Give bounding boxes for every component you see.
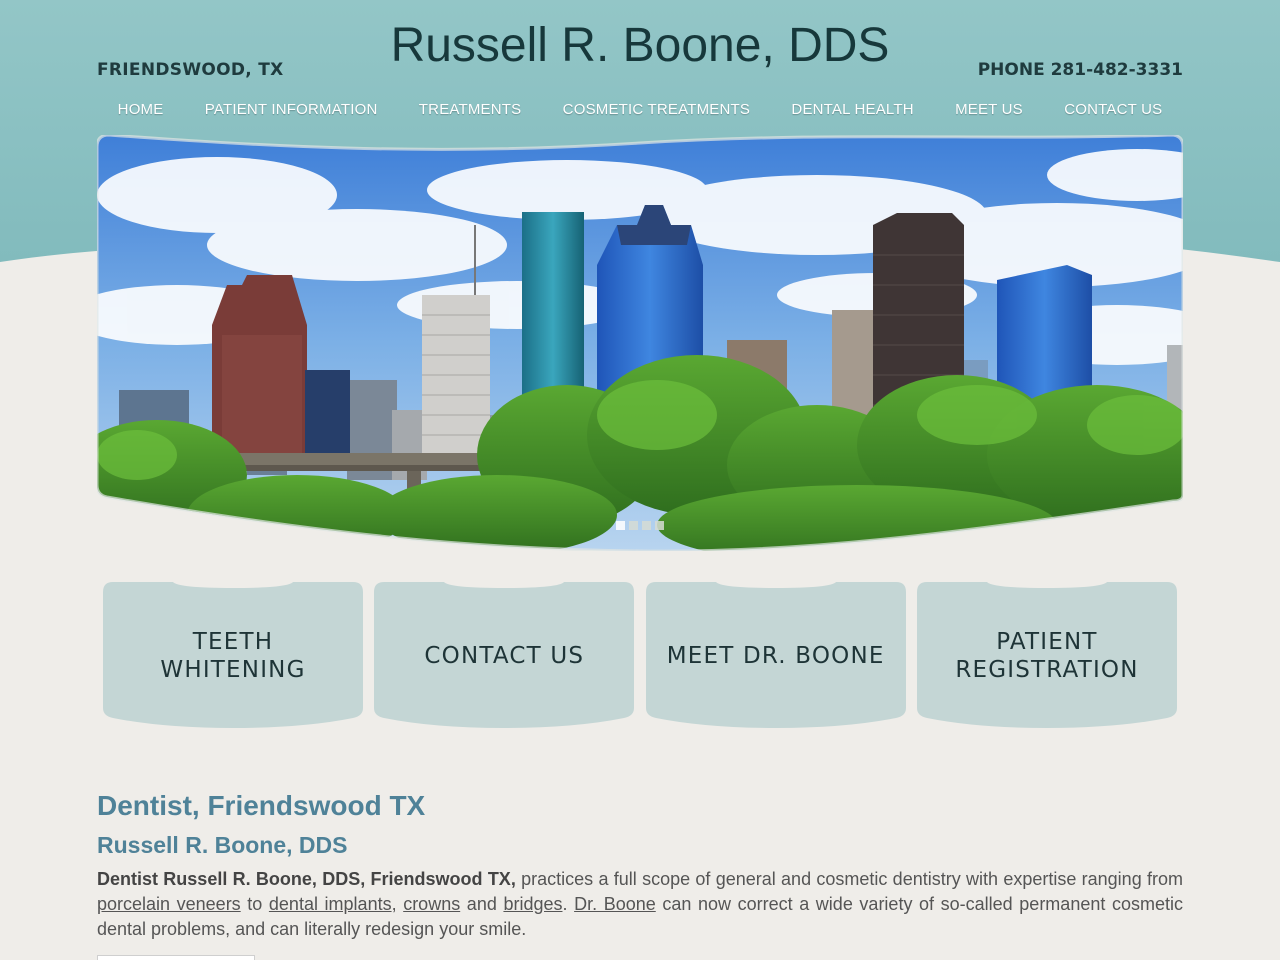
phone-number[interactable]: PHONE 281-482-3331 [978, 60, 1183, 80]
slider-dot-1[interactable] [616, 521, 625, 530]
main-nav: HOME PATIENT INFORMATION TREATMENTS COSM… [97, 98, 1183, 120]
intro-paragraph: Dentist Russell R. Boone, DDS, Friendswo… [97, 867, 1183, 942]
nav-contact-us[interactable]: CONTACT US [1064, 101, 1162, 118]
nav-treatments[interactable]: TREATMENTS [419, 101, 522, 118]
link-bridges[interactable]: bridges [503, 894, 562, 914]
intro-text: . [562, 894, 575, 914]
card-label: CONTACT US [424, 643, 585, 669]
card-contact-us[interactable]: CONTACT US [374, 582, 635, 730]
page-heading: Dentist, Friendswood TX [97, 790, 426, 821]
intro-text: to [240, 894, 269, 914]
main-content: Dentist, Friendswood TX Russell R. Boone… [97, 790, 1183, 942]
intro-lead: Dentist Russell R. Boone, DDS, Friendswo… [97, 869, 516, 889]
search-box-edge[interactable] [97, 955, 255, 960]
hero-slider-image [97, 135, 1183, 551]
slider-dot-4[interactable] [655, 521, 664, 530]
card-teeth-whitening[interactable]: TEETH WHITENING [103, 582, 363, 730]
nav-dental-health[interactable]: DENTAL HEALTH [791, 101, 913, 118]
link-porcelain-veneers[interactable]: porcelain veneers [97, 894, 241, 914]
intro-text: , [391, 894, 404, 914]
intro-text: and [460, 894, 504, 914]
slider-pagination [616, 521, 664, 530]
intro-text: practices a full scope of general and co… [515, 869, 1183, 889]
card-label: TEETH WHITENING [160, 629, 306, 683]
link-crowns[interactable]: crowns [403, 894, 460, 914]
nav-meet-us[interactable]: MEET US [955, 101, 1023, 118]
slider-dot-2[interactable] [629, 521, 638, 530]
link-dental-implants[interactable]: dental implants [269, 894, 392, 914]
feature-cards: TEETH WHITENING CONTACT US MEET DR. BOON… [103, 582, 1177, 730]
nav-cosmetic-treatments[interactable]: COSMETIC TREATMENTS [563, 101, 750, 118]
card-label: MEET DR. BOONE [666, 643, 885, 669]
nav-home[interactable]: HOME [118, 101, 164, 118]
card-meet-dr-boone[interactable]: MEET DR. BOONE [645, 582, 906, 730]
page-subheading: Russell R. Boone, DDS [97, 832, 348, 858]
card-patient-registration[interactable]: PATIENT REGISTRATION [916, 582, 1177, 730]
nav-patient-information[interactable]: PATIENT INFORMATION [205, 101, 378, 118]
link-dr-boone[interactable]: Dr. Boone [574, 894, 656, 914]
card-label: PATIENT REGISTRATION [955, 629, 1139, 683]
slider-dot-3[interactable] [642, 521, 651, 530]
